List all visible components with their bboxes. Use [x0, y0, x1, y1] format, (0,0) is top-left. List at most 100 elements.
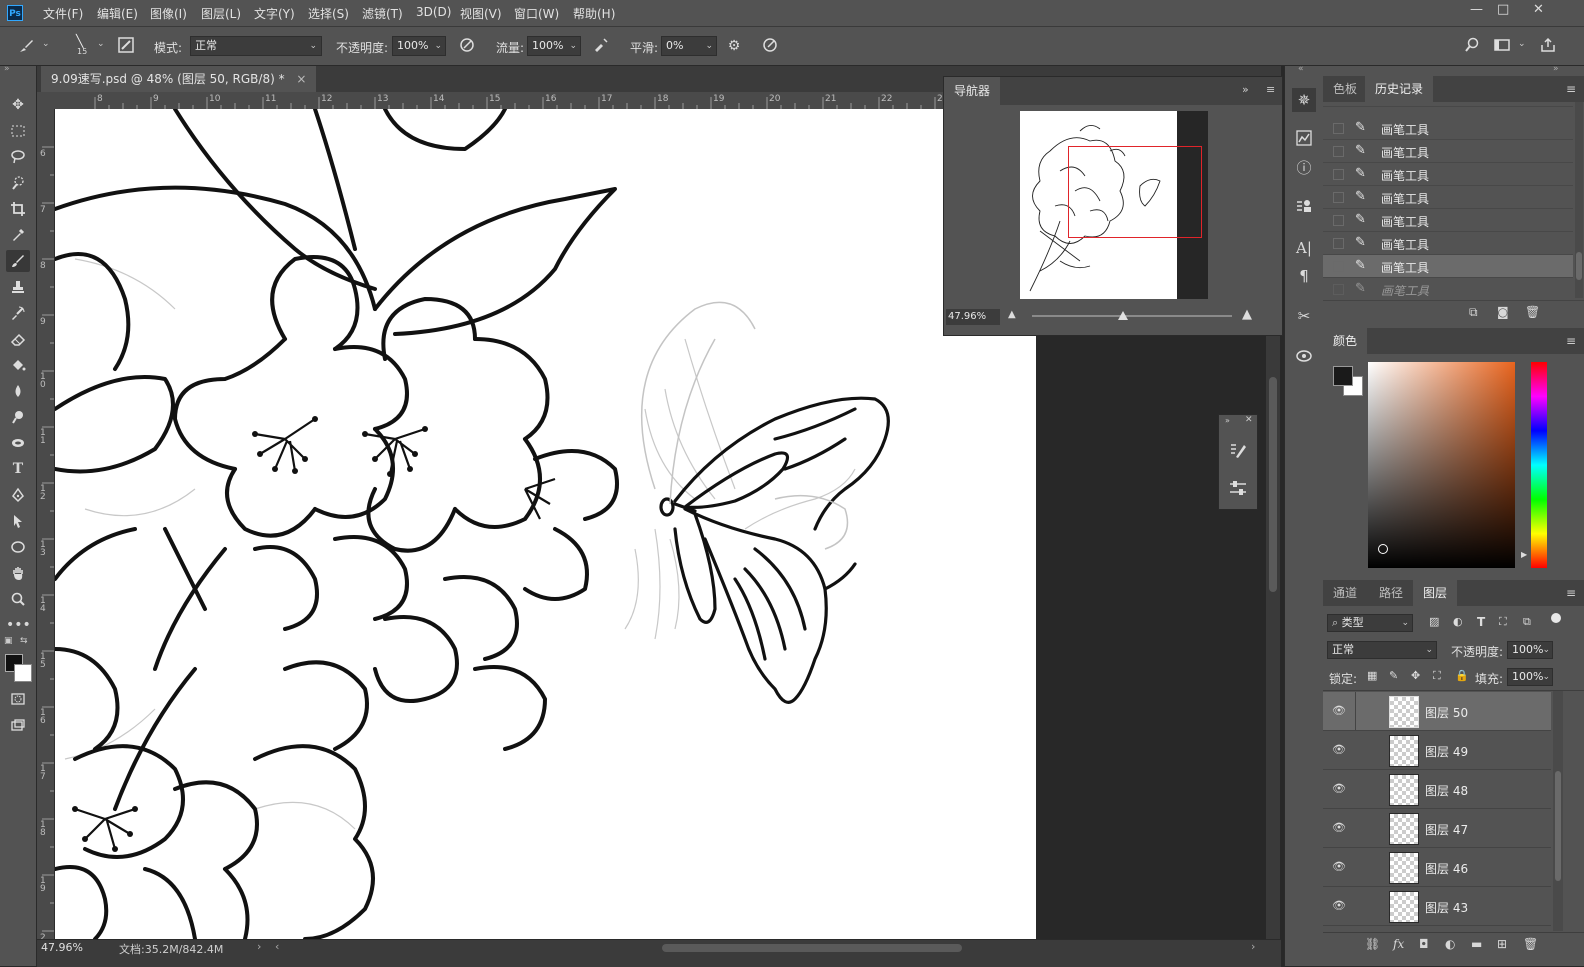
- menu-window[interactable]: 窗口(W): [514, 5, 559, 22]
- new-layer-icon[interactable]: ⊞: [1497, 937, 1507, 951]
- close-panel-icon[interactable]: ✕: [1245, 415, 1253, 425]
- history-item[interactable]: ✎ 画笔工具: [1323, 140, 1573, 163]
- airbrush-icon[interactable]: [591, 36, 611, 56]
- brush-settings-panel-icon[interactable]: [116, 36, 136, 56]
- blend-mode-dropdown[interactable]: 正常 ⌄: [1327, 641, 1437, 659]
- close-window-button[interactable]: ✕: [1533, 2, 1544, 17]
- eye-icon[interactable]: 👁: [1331, 899, 1347, 913]
- eye-icon[interactable]: 👁: [1331, 704, 1347, 718]
- filter-shape-icon[interactable]: ⛶: [1499, 615, 1507, 629]
- eye-icon[interactable]: 👁: [1331, 821, 1347, 835]
- chevron-down-icon[interactable]: ⌄: [97, 39, 105, 49]
- document-canvas[interactable]: [55, 109, 1036, 939]
- history-item[interactable]: ✎ 画笔工具: [1323, 232, 1573, 255]
- history-snapshot-checkbox[interactable]: [1333, 284, 1344, 295]
- history-snapshot-checkbox[interactable]: [1333, 169, 1344, 180]
- color-saturation-field[interactable]: [1368, 362, 1515, 568]
- history-brush-tool-icon[interactable]: [6, 302, 30, 324]
- menu-help[interactable]: 帮助(H): [573, 5, 615, 22]
- navigator-zoom-slider[interactable]: [1032, 315, 1232, 317]
- layer-name[interactable]: 图层 43: [1425, 899, 1468, 916]
- ellipse-tool-icon[interactable]: [6, 536, 30, 558]
- move-tool-icon[interactable]: ✥: [6, 94, 30, 116]
- zoom-in-icon[interactable]: ▲: [1242, 307, 1252, 322]
- expand-panel-icon[interactable]: »: [1553, 64, 1559, 74]
- layer-thumbnail[interactable]: [1389, 774, 1419, 806]
- new-document-from-state-icon[interactable]: ⧉: [1469, 305, 1478, 320]
- lock-position-icon[interactable]: ✥: [1411, 669, 1420, 682]
- tab-paths[interactable]: 路径: [1369, 580, 1413, 606]
- navigator-panel-icon[interactable]: ✵: [1292, 88, 1316, 112]
- history-snapshot-checkbox[interactable]: [1333, 192, 1344, 203]
- layer-row[interactable]: 👁 图层 43: [1323, 887, 1551, 926]
- fill-input[interactable]: 100% ⌄: [1507, 668, 1553, 686]
- dodge-tool-icon[interactable]: [6, 406, 30, 428]
- filter-type-icon[interactable]: T: [1477, 615, 1485, 629]
- menu-select[interactable]: 选择(S): [308, 5, 349, 22]
- history-item[interactable]: ✎ 画笔工具: [1323, 117, 1573, 140]
- filter-toggle-icon[interactable]: [1551, 613, 1561, 623]
- type-tool-icon[interactable]: T: [6, 458, 30, 480]
- tab-channels[interactable]: 通道: [1323, 580, 1367, 606]
- filter-pixel-icon[interactable]: ▨: [1429, 615, 1439, 628]
- eye-icon[interactable]: 👁: [1331, 860, 1347, 874]
- filter-smart-object-icon[interactable]: ⧉: [1523, 615, 1531, 629]
- panel-menu-icon[interactable]: ≡: [1566, 82, 1576, 96]
- lock-image-icon[interactable]: ✎: [1389, 669, 1398, 682]
- lock-transparent-icon[interactable]: ▦: [1367, 669, 1377, 682]
- layer-row-selected[interactable]: 👁 图层 50: [1323, 692, 1551, 731]
- tab-navigator[interactable]: 导航器: [944, 77, 1001, 105]
- character-icon[interactable]: A|: [1292, 236, 1316, 260]
- expand-panel-icon[interactable]: »: [1242, 83, 1249, 96]
- workspace-icon[interactable]: [1492, 36, 1512, 56]
- panel-menu-icon[interactable]: ≡: [1566, 334, 1576, 348]
- panel-menu-icon[interactable]: ≡: [1566, 586, 1576, 600]
- hue-slider-arrow-icon[interactable]: ▶: [1521, 550, 1527, 559]
- history-scrollbar[interactable]: [1575, 102, 1583, 298]
- tab-swatches[interactable]: 色板: [1323, 76, 1367, 102]
- layer-name[interactable]: 图层 49: [1425, 743, 1468, 760]
- menu-layer[interactable]: 图层(L): [201, 5, 241, 22]
- hue-slider[interactable]: [1531, 362, 1547, 568]
- close-tab-icon[interactable]: ×: [296, 72, 306, 86]
- tool-presets-icon[interactable]: ✂: [1292, 304, 1316, 328]
- clone-source-icon[interactable]: [1292, 194, 1316, 218]
- tab-history[interactable]: 历史记录: [1365, 76, 1434, 102]
- mode-dropdown[interactable]: 正常 ⌄: [190, 36, 322, 56]
- history-snapshot-checkbox[interactable]: [1333, 123, 1344, 134]
- chevron-right-icon[interactable]: ›: [257, 940, 261, 953]
- opacity-input[interactable]: 100% ⌄: [392, 36, 446, 56]
- tab-color[interactable]: 颜色: [1323, 328, 1368, 354]
- layers-scroll-thumb[interactable]: [1555, 771, 1561, 881]
- layer-row[interactable]: 👁 图层 49: [1323, 731, 1551, 770]
- quick-select-tool-icon[interactable]: [6, 172, 30, 194]
- swap-colors-icon[interactable]: ⇆: [20, 636, 28, 646]
- history-item-undone[interactable]: ✎ 画笔工具: [1323, 278, 1573, 298]
- collapse-icon[interactable]: «: [1298, 64, 1304, 74]
- menu-edit[interactable]: 编辑(E): [97, 5, 138, 22]
- filter-adjustment-icon[interactable]: ◐: [1453, 615, 1463, 628]
- layer-name[interactable]: 图层 50: [1425, 704, 1468, 721]
- history-snapshot-checkbox[interactable]: [1333, 146, 1344, 157]
- background-color-swatch[interactable]: [14, 664, 32, 682]
- layer-thumbnail[interactable]: [1389, 696, 1419, 728]
- history-snapshot-checkbox[interactable]: [1333, 238, 1344, 249]
- layer-thumbnail[interactable]: [1389, 852, 1419, 884]
- paint-bucket-tool-icon[interactable]: [6, 354, 30, 376]
- history-item[interactable]: ✎ 画笔工具: [1323, 163, 1573, 186]
- chevron-down-icon[interactable]: ⌄: [42, 39, 50, 49]
- eyedropper-tool-icon[interactable]: [6, 224, 30, 246]
- tab-layers[interactable]: 图层: [1413, 580, 1458, 606]
- history-scroll-thumb[interactable]: [1576, 252, 1582, 280]
- smoothing-input[interactable]: 0% ⌄: [661, 36, 717, 56]
- adjustment-layer-icon[interactable]: ◐: [1445, 937, 1455, 951]
- menu-type[interactable]: 文字(Y): [254, 5, 295, 22]
- eraser-tool-icon[interactable]: [6, 328, 30, 350]
- history-snapshot-checkbox[interactable]: [1333, 215, 1344, 226]
- screen-mode-icon[interactable]: [6, 714, 30, 736]
- document-tab[interactable]: 9.09速写.psd @ 48% (图层 50, RGB/8) * ×: [41, 66, 317, 92]
- info-icon[interactable]: ⓘ: [1292, 156, 1316, 180]
- layer-name[interactable]: 图层 48: [1425, 782, 1468, 799]
- navigator-zoom-input[interactable]: 47.96%: [946, 309, 1000, 325]
- hand-tool-icon[interactable]: [6, 562, 30, 584]
